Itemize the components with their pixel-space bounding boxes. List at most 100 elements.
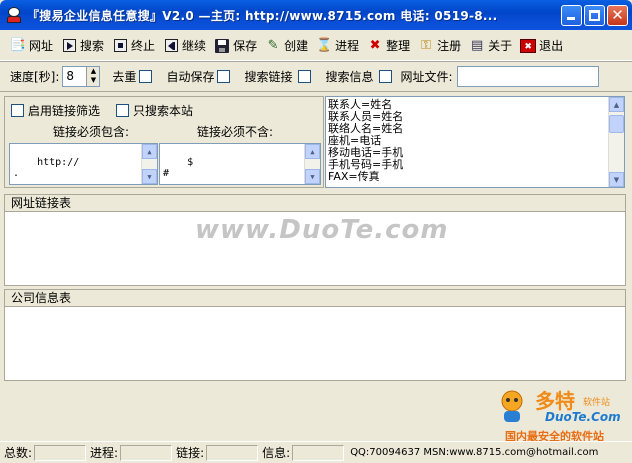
speed-spinner[interactable]: 8 ▲ ▼	[62, 66, 101, 87]
create-button-label: 创建	[284, 39, 309, 53]
stop-button[interactable]: 终止	[112, 34, 155, 58]
url-list-icon: 📑	[9, 37, 27, 53]
resume-button-label: 继续	[182, 39, 207, 53]
autosave-label: 自动保存	[166, 70, 215, 84]
enable-filter-checkbox[interactable]	[11, 104, 24, 117]
cleanup-button[interactable]: ✖ 整理	[367, 34, 410, 58]
search-info-label: 搜索信息	[325, 70, 374, 84]
scroll-up-icon[interactable]: ▲	[142, 144, 157, 159]
app-icon	[5, 6, 23, 24]
url-button-label: 网址	[29, 39, 54, 53]
scroll-down-icon[interactable]: ▼	[305, 169, 320, 184]
status-total-label: 总数:	[4, 446, 33, 460]
url-file-label: 网址文件:	[400, 70, 453, 84]
status-link-value	[206, 444, 259, 461]
search-info-checkbox[interactable]	[379, 70, 393, 83]
search-links-label: 搜索链接	[244, 70, 293, 84]
search-links-checkbox[interactable]	[298, 70, 312, 83]
company-info-panel[interactable]: 公司信息表	[4, 289, 626, 381]
speed-value: 8	[66, 69, 75, 83]
url-button[interactable]: 📑 网址	[10, 34, 53, 58]
must-exclude-textarea[interactable]: $ # ▲ ▼	[159, 143, 321, 185]
watermark-text: www.DuoTe.com	[195, 215, 449, 245]
scroll-down-icon[interactable]: ▼	[142, 169, 157, 184]
status-total-value	[34, 444, 87, 461]
field-mapping-text: 联系人=姓名 联系人员=姓名 联络人名=姓名 座机=电话 移动电话=手机 手机号…	[328, 98, 404, 183]
create-icon: ✎	[267, 37, 279, 53]
minimize-icon	[567, 17, 575, 20]
about-button-label: 关于	[488, 39, 513, 53]
contact-info: QQ:70094637 MSN:www.8715.com@hotmail.com	[350, 447, 599, 458]
spin-down-icon[interactable]: ▼	[87, 76, 99, 85]
settings-row: 速度[秒]: 8 ▲ ▼ 去重 自动保存 搜索链接 搜索信息 网址文件:	[0, 62, 632, 92]
must-exclude-label: 链接必须不含:	[197, 125, 274, 139]
create-button[interactable]: ✎ 创建	[265, 34, 308, 58]
site-only-label: 只搜索本站	[133, 104, 194, 118]
cleanup-x-icon: ✖	[369, 37, 381, 53]
must-exclude-text: $ #	[163, 157, 194, 179]
window-title: 『搜易企业信息任意搜』V2.0 —主页: http://www.8715.com…	[27, 8, 498, 23]
toolbar: 📑 网址 搜索 终止 继续 保存 ✎ 创建 ⌛ 进程 ✖ 整理 ⚿ 注册 ▤ 关…	[0, 31, 632, 61]
register-button[interactable]: ⚿ 注册	[418, 34, 461, 58]
must-include-text: http:// .	[13, 157, 80, 179]
about-button[interactable]: ▤ 关于	[469, 34, 512, 58]
save-button[interactable]: 保存	[214, 34, 257, 58]
cleanup-button-label: 整理	[386, 39, 411, 53]
field-mapping-scrollbar[interactable]: ▲ ▼	[608, 97, 624, 187]
scroll-up-icon[interactable]: ▲	[609, 97, 624, 112]
process-button[interactable]: ⌛ 进程	[316, 34, 359, 58]
search-button-label: 搜索	[80, 39, 105, 53]
scroll-down-icon[interactable]: ▼	[609, 172, 624, 187]
site-only-checkbox[interactable]	[116, 104, 130, 117]
mascot-icon	[501, 390, 523, 422]
status-info-label: 信息:	[262, 446, 291, 460]
duote-logo: 多特 软件站 DuoTe.Com 国内最安全的软件站	[495, 385, 630, 445]
stop-icon	[112, 38, 128, 54]
minimize-button[interactable]	[561, 5, 582, 26]
stop-button-label: 终止	[131, 39, 156, 53]
save-disk-icon	[214, 38, 230, 54]
maximize-button[interactable]	[584, 5, 605, 26]
url-links-title: 网址链接表	[5, 195, 625, 212]
register-button-label: 注册	[437, 39, 462, 53]
logo-small-text: 软件站	[583, 398, 611, 408]
status-bar: 总数: 进程: 链接: 信息: QQ:70094637 MSN:www.8715…	[0, 441, 632, 463]
status-info-value	[292, 444, 345, 461]
spin-up-icon[interactable]: ▲	[87, 67, 99, 76]
logo-domain-text: DuoTe.Com	[545, 410, 621, 424]
link-filter-panel: 启用链接筛选 只搜索本站 链接必须包含: 链接必须不含: http:// . ▲…	[4, 96, 324, 188]
speed-label: 速度[秒]:	[10, 70, 60, 84]
status-process-label: 进程:	[90, 446, 119, 460]
search-button[interactable]: 搜索	[61, 34, 104, 58]
exit-icon: ✖	[520, 38, 537, 54]
key-icon: ⚿	[421, 37, 432, 53]
play-icon	[61, 38, 77, 54]
close-icon: ✕	[611, 6, 624, 24]
enable-filter-label: 启用链接筛选	[28, 104, 101, 118]
status-link-label: 链接:	[176, 446, 205, 460]
process-button-label: 进程	[335, 39, 360, 53]
dedupe-label: 去重	[112, 70, 137, 84]
must-include-label: 链接必须包含:	[53, 125, 130, 139]
exit-button-label: 退出	[539, 39, 564, 53]
include-scrollbar[interactable]: ▲ ▼	[141, 144, 157, 184]
resume-icon	[163, 38, 179, 54]
maximize-icon	[589, 10, 600, 21]
exit-button[interactable]: ✖ 退出	[520, 34, 563, 58]
autosave-checkbox[interactable]	[217, 70, 231, 83]
close-button[interactable]: ✕	[607, 5, 628, 26]
url-file-input[interactable]	[456, 66, 599, 87]
resume-button[interactable]: 继续	[163, 34, 206, 58]
company-info-title: 公司信息表	[5, 290, 625, 307]
field-mapping-textarea[interactable]: 联系人=姓名 联系人员=姓名 联络人名=姓名 座机=电话 移动电话=手机 手机号…	[325, 96, 625, 188]
about-icon: ▤	[470, 37, 484, 53]
title-bar[interactable]: 『搜易企业信息任意搜』V2.0 —主页: http://www.8715.com…	[0, 0, 632, 30]
status-process-value	[120, 444, 173, 461]
must-include-textarea[interactable]: http:// . ▲ ▼	[9, 143, 158, 185]
exclude-scrollbar[interactable]: ▲ ▼	[304, 144, 320, 184]
scroll-thumb[interactable]	[609, 115, 624, 133]
dedupe-checkbox[interactable]	[139, 70, 153, 83]
process-icon: ⌛	[316, 37, 333, 53]
scroll-up-icon[interactable]: ▲	[305, 144, 320, 159]
save-button-label: 保存	[233, 39, 258, 53]
